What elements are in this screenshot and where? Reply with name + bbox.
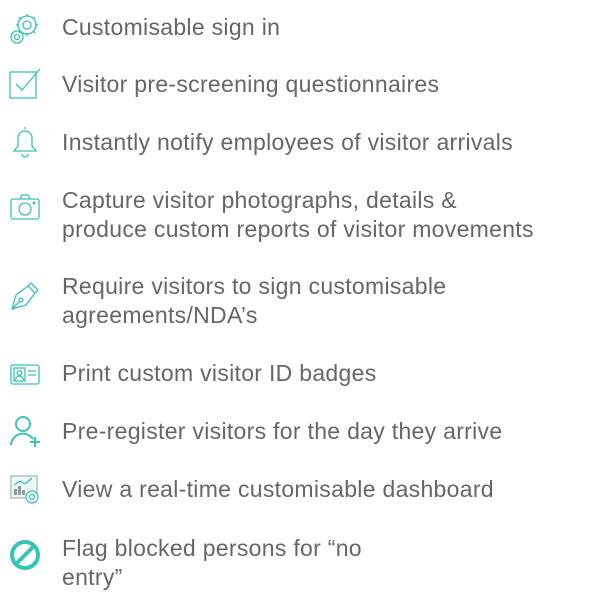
- feature-line: Visitor pre-screening questionnaires: [62, 71, 440, 97]
- feature-line: Customisable sign in: [62, 14, 281, 40]
- bell-icon: [8, 124, 42, 158]
- feature-text: Flag blocked persons for “no entry”: [62, 534, 613, 592]
- dashboard-icon: [8, 472, 42, 506]
- feature-text: View a real-time customisable dashboard: [62, 475, 613, 504]
- feature-line: View a real-time customisable dashboard: [62, 476, 494, 502]
- feature-text: Pre-register visitors for the day they a…: [62, 417, 613, 446]
- feature-line: Flag blocked persons for “no: [62, 535, 362, 561]
- feature-line: agreements/NDA’s: [62, 302, 258, 328]
- gear-icon: [8, 12, 42, 46]
- blocked-icon: [8, 538, 42, 572]
- feature-line: Capture visitor photographs, details &: [62, 187, 457, 213]
- feature-line: Pre-register visitors for the day they a…: [62, 418, 503, 444]
- feature-line: Require visitors to sign customisable: [62, 273, 447, 299]
- add-user-icon: [8, 414, 42, 448]
- id-badge-icon: [8, 357, 42, 391]
- feature-line: Print custom visitor ID badges: [62, 360, 377, 386]
- feature-text: Visitor pre-screening questionnaires: [62, 70, 613, 99]
- feature-text: Capture visitor photographs, details & p…: [62, 186, 613, 244]
- feature-text: Print custom visitor ID badges: [62, 359, 613, 388]
- camera-icon: [8, 190, 42, 224]
- feature-line: entry”: [62, 564, 123, 590]
- feature-text: Customisable sign in: [62, 13, 613, 42]
- pen-nib-icon: [8, 279, 42, 313]
- feature-text: Require visitors to sign customisable ag…: [62, 272, 613, 330]
- feature-line: Instantly notify employees of visitor ar…: [62, 129, 513, 155]
- feature-line: produce custom reports of visitor moveme…: [62, 216, 534, 242]
- feature-text: Instantly notify employees of visitor ar…: [62, 128, 613, 157]
- checkbox-icon: [8, 66, 42, 100]
